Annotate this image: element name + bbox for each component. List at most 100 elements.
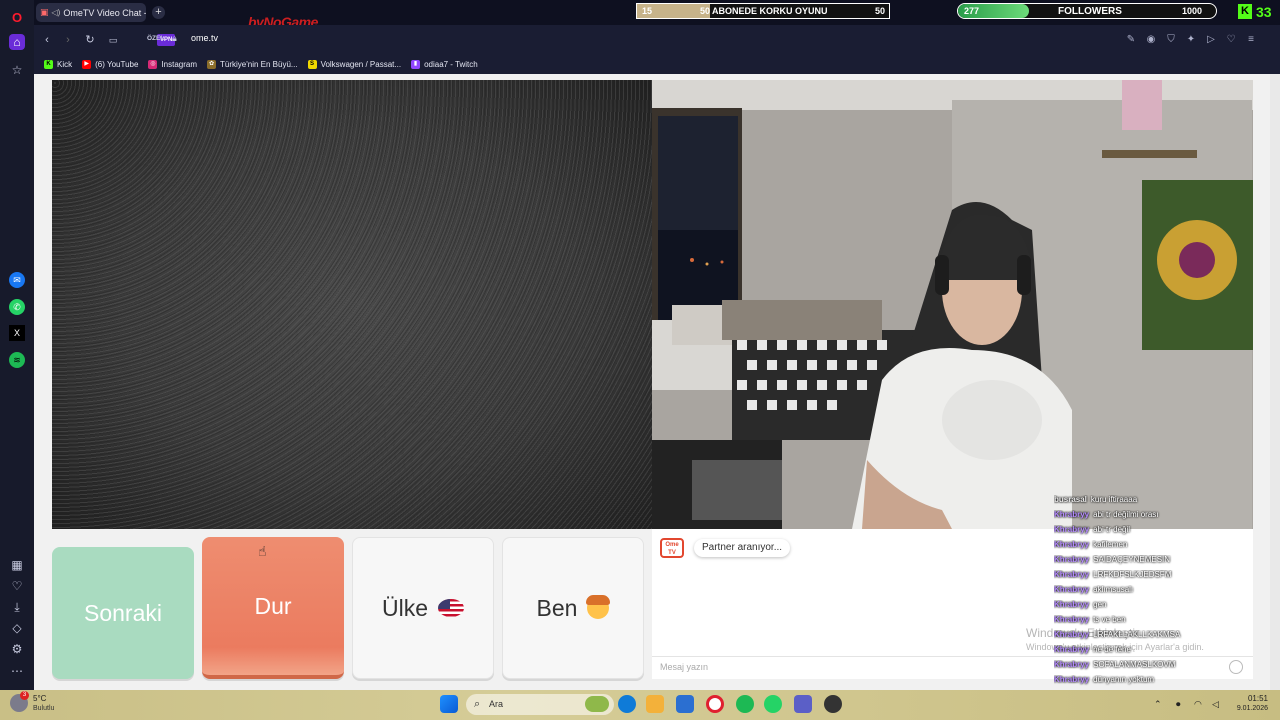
stop-label: Dur: [254, 592, 292, 619]
back-icon[interactable]: ‹: [40, 33, 54, 47]
private-mode-label: ÖZEL: [147, 35, 165, 42]
next-button[interactable]: Sonraki: [52, 547, 194, 679]
bookmark-twitch[interactable]: ▮ odiaa7 - Twitch: [411, 60, 478, 69]
next-label: Sonraki: [84, 599, 162, 626]
subscriber-current: 15: [642, 6, 653, 16]
self-camera-video: [652, 80, 1253, 529]
video-noise: [52, 80, 652, 529]
reload-icon[interactable]: ↻: [83, 33, 97, 47]
new-tab-button[interactable]: +: [152, 6, 165, 19]
snapshot-icon[interactable]: ▭: [106, 33, 120, 47]
bookmark-instagram[interactable]: ◎ Instagram: [148, 60, 197, 69]
start-windows-icon[interactable]: [440, 695, 458, 713]
obs-icon[interactable]: [824, 695, 842, 713]
bookmark-sahibinden[interactable]: S Volkswagen / Passat...: [307, 60, 402, 69]
chat-text: aklımsusalı: [1093, 585, 1134, 594]
bookmark-kick[interactable]: K Kick: [44, 60, 72, 69]
spotify-icon[interactable]: [736, 695, 754, 713]
weather-temperature: 5°C: [33, 694, 47, 703]
twitch-icon: ▮: [411, 60, 421, 69]
followers-goal: 1000: [1181, 6, 1202, 16]
browser-sidebar: O ⌂ ☆ ✉ ✆ X ≋ ▦ ♡ ⤓ ◇ ⚙ ⋯: [0, 0, 34, 690]
bookmark-label: Instagram: [161, 60, 197, 69]
country-button[interactable]: Ülke: [352, 537, 494, 679]
star-icon[interactable]: ☆: [9, 62, 25, 78]
opera-logo-icon[interactable]: O: [9, 9, 25, 25]
heart-icon[interactable]: ♡: [9, 578, 25, 594]
kick-viewer-badge: K 33: [1238, 3, 1280, 20]
home-icon[interactable]: ⌂: [9, 34, 25, 50]
chat-username: Khrabryy: [1054, 510, 1090, 519]
bookmark-site[interactable]: ✿ Türkiye'nin En Büyü...: [207, 60, 298, 69]
taskbar-date[interactable]: 9.01.2026: [1226, 705, 1268, 712]
chat-text: abi tr değilmi orası: [1093, 510, 1159, 519]
weather-description: Bulutlu: [33, 705, 55, 712]
followers-current: 277: [964, 6, 980, 16]
chat-text: abi tr değil: [1093, 525, 1131, 534]
messenger-icon[interactable]: ✉: [9, 272, 25, 288]
chat-message: Khrabryy gen: [1054, 600, 1254, 615]
extensions-grid-icon[interactable]: ▦: [9, 557, 25, 573]
url-field[interactable]: ome.tv: [191, 33, 218, 43]
opera-icon[interactable]: [706, 695, 724, 713]
bookmark-label: Volkswagen / Passat...: [320, 60, 402, 69]
chat-message: Khrabryy SOFALANMASLKOVM: [1054, 660, 1254, 675]
followers-goal-bar: 277 FOLLOWERS 1000: [957, 3, 1217, 19]
boy-emoji-icon: [586, 595, 611, 619]
chat-username: Khrabryy: [1054, 615, 1090, 624]
x-twitter-icon[interactable]: X: [9, 325, 25, 341]
hand-cursor-icon: ☝: [258, 543, 267, 559]
heart-icon[interactable]: ♡: [1224, 33, 1238, 47]
chat-username: Khrabryy: [1054, 630, 1090, 639]
whatsapp-icon[interactable]: ✆: [9, 299, 25, 315]
taskbar-time[interactable]: 01:51: [1236, 694, 1268, 703]
extension-icon[interactable]: ✦: [1184, 33, 1198, 47]
cube-icon[interactable]: ◇: [9, 620, 25, 636]
mail-icon[interactable]: [676, 695, 694, 713]
page-scrollbar[interactable]: [1270, 74, 1280, 690]
forward-icon[interactable]: ›: [61, 33, 75, 47]
chat-text: dünyanın yoktum: [1093, 675, 1155, 684]
shield-icon[interactable]: ⛉: [1164, 33, 1178, 47]
stop-button[interactable]: Dur: [202, 537, 344, 679]
microphone-icon[interactable]: ⏺: [1176, 699, 1181, 710]
subscriber-goal-mark: 50: [700, 6, 711, 16]
speaker-icon[interactable]: ◁): [52, 8, 61, 17]
kick-viewer-count: 33: [1256, 3, 1272, 20]
bookmark-youtube[interactable]: ▶ (6) YouTube: [82, 60, 138, 69]
settings-gear-icon[interactable]: ⚙: [9, 641, 25, 657]
chat-message: Khrabryy dünyanın yoktum: [1054, 675, 1254, 690]
taskbar-search-placeholder: Ara: [489, 699, 504, 709]
chat-text: kuru iftiraaaa: [1090, 495, 1138, 504]
windows-taskbar: [0, 690, 1280, 720]
kick-icon: K: [44, 60, 53, 69]
chat-username: Khrabryy: [1054, 660, 1090, 669]
message-placeholder: Mesaj yazın: [660, 662, 709, 672]
address-bar: ‹ › ↻ ▭ VPN 🔒︎ ome.tv ✎ ◉ ⛉ ✦ ▷ ♡ ≡: [34, 25, 1280, 55]
edit-icon[interactable]: ✎: [1124, 33, 1138, 47]
wifi-icon[interactable]: ◠: [1194, 699, 1202, 710]
gender-button[interactable]: Ben: [502, 537, 644, 679]
chat-text: LRFAKLLAKLLKAKMSA: [1093, 630, 1181, 639]
whatsapp-icon[interactable]: [764, 695, 782, 713]
spotify-icon[interactable]: ≋: [9, 352, 25, 368]
more-icon[interactable]: ⋯: [9, 663, 25, 679]
camera-icon[interactable]: ◉: [1144, 33, 1158, 47]
gender-label: Ben: [536, 594, 578, 621]
site-icon: ✿: [207, 60, 216, 69]
player-icon[interactable]: ▷: [1204, 33, 1218, 47]
partner-searching-status: Partner aranıyor...: [694, 539, 791, 557]
chat-username: Khrabryy: [1054, 675, 1090, 684]
volume-icon[interactable]: ◁: [1212, 699, 1219, 710]
menu-icon[interactable]: ≡: [1244, 33, 1258, 47]
tab-ometv[interactable]: ▣ ◁) OmeTV Video Chat -: [36, 3, 146, 22]
stream-chat-overlay: busrasal kuru iftiraaaa Khrabryy abi tr değ…: [1054, 495, 1254, 720]
teams-icon[interactable]: [794, 695, 812, 713]
file-explorer-icon[interactable]: [646, 695, 664, 713]
edge-icon[interactable]: [618, 695, 636, 713]
tray-chevron-icon[interactable]: ⌃: [1154, 699, 1162, 710]
download-icon[interactable]: ⤓: [9, 599, 25, 615]
lock-icon[interactable]: 🔒︎: [172, 33, 177, 44]
bookmark-label: (6) YouTube: [95, 60, 139, 69]
search-highlight-icon[interactable]: [585, 696, 609, 712]
